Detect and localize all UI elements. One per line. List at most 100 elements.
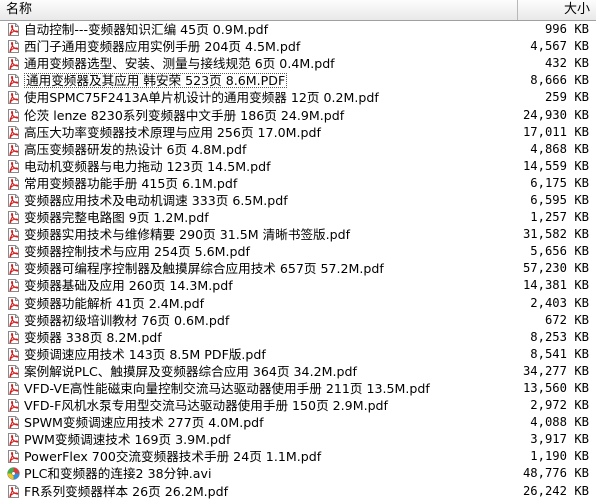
column-header-name[interactable]: 名称 xyxy=(0,0,518,20)
file-row[interactable]: 通用变频器选型、安装、测量与接线规范 6页 0.4M.pdf 432 KB xyxy=(0,55,596,72)
file-name: 高压大功率变频器技术原理与应用 256页 17.0M.pdf xyxy=(24,124,499,141)
file-size: 48,776 KB xyxy=(522,466,589,481)
file-row[interactable]: SPWM变频调速应用技术 277页 4.0M.pdf 4,088 KB xyxy=(0,414,596,431)
file-name: 案例解说PLC、触摸屏及变频器综合应用 364页 34.2M.pdf xyxy=(24,363,499,380)
file-name-label: 电动机变频器与电力拖动 123页 14.5M.pdf xyxy=(24,158,271,174)
file-name: 伦茨 lenze 8230系列变频器中文手册 186页 24.9M.pdf xyxy=(24,107,499,124)
pdf-file-icon xyxy=(7,142,20,156)
file-name-label: 通用变频器选型、安装、测量与接线规范 6页 0.4M.pdf xyxy=(24,56,335,72)
file-row[interactable]: PowerFlex 700交流变频器技术手册 24页 1.1M.pdf 1,190… xyxy=(0,448,596,465)
pdf-file-icon xyxy=(7,245,20,259)
file-name-label: 变频器控制技术与应用 254页 5.6M.pdf xyxy=(24,244,250,260)
file-name: VFD-F风机水泵专用型交流马达驱动器使用手册 150页 2.9M.pdf xyxy=(24,397,499,414)
file-row[interactable]: PWM变频调速技术 169页 3.9M.pdf 3,917 KB xyxy=(0,431,596,448)
file-name: 通用变频器选型、安装、测量与接线规范 6页 0.4M.pdf xyxy=(24,55,499,72)
file-name: 自动控制---变频器知识汇编 45页 0.9M.pdf xyxy=(24,21,499,38)
pdf-file-icon xyxy=(7,74,20,88)
file-name-label: 变频器功能解析 41页 2.4M.pdf xyxy=(24,295,205,311)
pdf-file-icon xyxy=(7,279,20,293)
video-file-icon xyxy=(7,467,20,481)
file-row[interactable]: 伦茨 lenze 8230系列变频器中文手册 186页 24.9M.pdf 24,… xyxy=(0,106,596,123)
file-row[interactable]: 高压变频器研发的热设计 6页 4.8M.pdf 4,868 KB xyxy=(0,141,596,158)
file-row[interactable]: 变频器 338页 8.2M.pdf 8,253 KB xyxy=(0,329,596,346)
file-name: 变频器功能解析 41页 2.4M.pdf xyxy=(24,295,499,312)
file-size: 672 KB xyxy=(544,312,589,327)
pdf-file-icon xyxy=(7,228,20,242)
pdf-file-icon xyxy=(7,313,20,327)
file-size: 8,666 KB xyxy=(530,73,589,88)
file-name: PLC和变频器的连接2 38分钟.avi xyxy=(24,465,499,482)
file-name: 变频器可编程序控制器及触摸屏综合应用技术 657页 57.2M.pdf xyxy=(24,260,499,277)
file-row[interactable]: VFD-F风机水泵专用型交流马达驱动器使用手册 150页 2.9M.pdf 2,9… xyxy=(0,397,596,414)
file-name-label: 变频器应用技术及电动机调速 333页 6.5M.pdf xyxy=(24,192,288,208)
file-size: 31,582 KB xyxy=(522,227,589,242)
file-size: 6,175 KB xyxy=(530,175,589,190)
file-name-label: 变频器完整电路图 9页 1.2M.pdf xyxy=(24,210,209,226)
file-row[interactable]: 变频器功能解析 41页 2.4M.pdf 2,403 KB xyxy=(0,295,596,312)
file-row[interactable]: 通用变频器及其应用 韩安荣 523页 8.6M.PDF 8,666 KB xyxy=(0,72,596,89)
file-name: PWM变频调速技术 169页 3.9M.pdf xyxy=(24,431,499,448)
file-name-label: 变频器初级培训教材 76页 0.6M.pdf xyxy=(24,312,230,328)
column-header-size[interactable]: 大小 xyxy=(518,0,596,20)
file-name: 高压变频器研发的热设计 6页 4.8M.pdf xyxy=(24,141,499,158)
pdf-file-icon xyxy=(7,484,20,498)
pdf-file-icon xyxy=(7,399,20,413)
file-row[interactable]: 常用变频器功能手册 415页 6.1M.pdf 6,175 KB xyxy=(0,175,596,192)
file-size: 14,381 KB xyxy=(522,278,589,293)
file-name-label: 变频器实用技术与维修精要 290页 31.5M 清晰书签版.pdf xyxy=(24,227,351,243)
file-row[interactable]: VFD-VE高性能磁束向量控制交流马达驱动器使用手册 211页 13.5M.pd… xyxy=(0,380,596,397)
file-name: 变频器控制技术与应用 254页 5.6M.pdf xyxy=(24,243,499,260)
file-size: 1,257 KB xyxy=(530,210,589,225)
pdf-file-icon xyxy=(7,108,20,122)
file-name-label: 高压变频器研发的热设计 6页 4.8M.pdf xyxy=(24,141,247,157)
file-row[interactable]: 变频器控制技术与应用 254页 5.6M.pdf 5,656 KB xyxy=(0,243,596,260)
file-row[interactable]: 变频器应用技术及电动机调速 333页 6.5M.pdf 6,595 KB xyxy=(0,192,596,209)
file-size: 14,559 KB xyxy=(522,158,589,173)
file-name-label: 常用变频器功能手册 415页 6.1M.pdf xyxy=(24,175,238,191)
file-name: 变频调速应用技术 143页 8.5M PDF版.pdf xyxy=(24,346,499,363)
pdf-file-icon xyxy=(7,57,20,71)
file-name: VFD-VE高性能磁束向量控制交流马达驱动器使用手册 211页 13.5M.pd… xyxy=(24,380,499,397)
file-name-label: 变频器基础及应用 260页 14.3M.pdf xyxy=(24,278,233,294)
file-name-label: 案例解说PLC、触摸屏及变频器综合应用 364页 34.2M.pdf xyxy=(24,363,357,379)
file-name-label: PWM变频调速技术 169页 3.9M.pdf xyxy=(24,432,231,448)
file-size: 996 KB xyxy=(544,22,589,37)
file-size: 57,230 KB xyxy=(522,261,589,276)
file-row[interactable]: FR系列变频器样本 26页 26.2M.pdf 26,242 KB xyxy=(0,483,596,500)
file-row[interactable]: 变频器实用技术与维修精要 290页 31.5M 清晰书签版.pdf 31,582 … xyxy=(0,226,596,243)
file-size: 3,917 KB xyxy=(530,432,589,447)
file-name: 变频器基础及应用 260页 14.3M.pdf xyxy=(24,277,499,294)
file-row[interactable]: 变频器基础及应用 260页 14.3M.pdf 14,381 KB xyxy=(0,277,596,294)
file-name-label: 高压大功率变频器技术原理与应用 256页 17.0M.pdf xyxy=(24,124,321,140)
pdf-file-icon xyxy=(7,364,20,378)
file-size: 2,972 KB xyxy=(530,398,589,413)
file-name: 变频器实用技术与维修精要 290页 31.5M 清晰书签版.pdf xyxy=(24,226,499,243)
file-row[interactable]: 高压大功率变频器技术原理与应用 256页 17.0M.pdf 17,011 KB xyxy=(0,124,596,141)
file-row[interactable]: 变频器完整电路图 9页 1.2M.pdf 1,257 KB xyxy=(0,209,596,226)
file-name-label: VFD-F风机水泵专用型交流马达驱动器使用手册 150页 2.9M.pdf xyxy=(24,398,388,414)
file-row[interactable]: 西门子通用变频器应用实例手册 204页 4.5M.pdf 4,567 KB xyxy=(0,38,596,55)
pdf-file-icon xyxy=(7,296,20,310)
file-name-label: FR系列变频器样本 26页 26.2M.pdf xyxy=(24,483,229,499)
file-size: 4,868 KB xyxy=(530,141,589,156)
file-row[interactable]: 变频器可编程序控制器及触摸屏综合应用技术 657页 57.2M.pdf 57,23… xyxy=(0,260,596,277)
file-row[interactable]: 案例解说PLC、触摸屏及变频器综合应用 364页 34.2M.pdf 34,277… xyxy=(0,363,596,380)
file-size: 259 KB xyxy=(544,90,589,105)
file-row[interactable]: 自动控制---变频器知识汇编 45页 0.9M.pdf 996 KB xyxy=(0,21,596,38)
file-name: PowerFlex 700交流变频器技术手册 24页 1.1M.pdf xyxy=(24,448,499,465)
column-header-bar: 名称 大小 xyxy=(0,0,596,21)
file-name-label: 使用SPMC75F2413A单片机设计的通用变频器 12页 0.2M.pdf xyxy=(24,90,379,106)
file-row[interactable]: 电动机变频器与电力拖动 123页 14.5M.pdf 14,559 KB xyxy=(0,158,596,175)
file-row[interactable]: PLC和变频器的连接2 38分钟.avi 48,776 KB xyxy=(0,465,596,482)
file-name: SPWM变频调速应用技术 277页 4.0M.pdf xyxy=(24,414,499,431)
file-row[interactable]: 变频器初级培训教材 76页 0.6M.pdf 672 KB xyxy=(0,312,596,329)
pdf-file-icon xyxy=(7,176,20,190)
pdf-file-icon xyxy=(7,382,20,396)
file-list-view[interactable]: 名称 大小 自动控制---变频器知识汇编 45页 0.9M.pdf 996 KB 西… xyxy=(0,0,596,502)
pdf-file-icon xyxy=(7,159,20,173)
file-name-label: PLC和变频器的连接2 38分钟.avi xyxy=(24,466,212,482)
file-size: 4,567 KB xyxy=(530,39,589,54)
file-row[interactable]: 使用SPMC75F2413A单片机设计的通用变频器 12页 0.2M.pdf 25… xyxy=(0,89,596,106)
file-size: 5,656 KB xyxy=(530,244,589,259)
file-row[interactable]: 变频调速应用技术 143页 8.5M PDF版.pdf 8,541 KB xyxy=(0,346,596,363)
